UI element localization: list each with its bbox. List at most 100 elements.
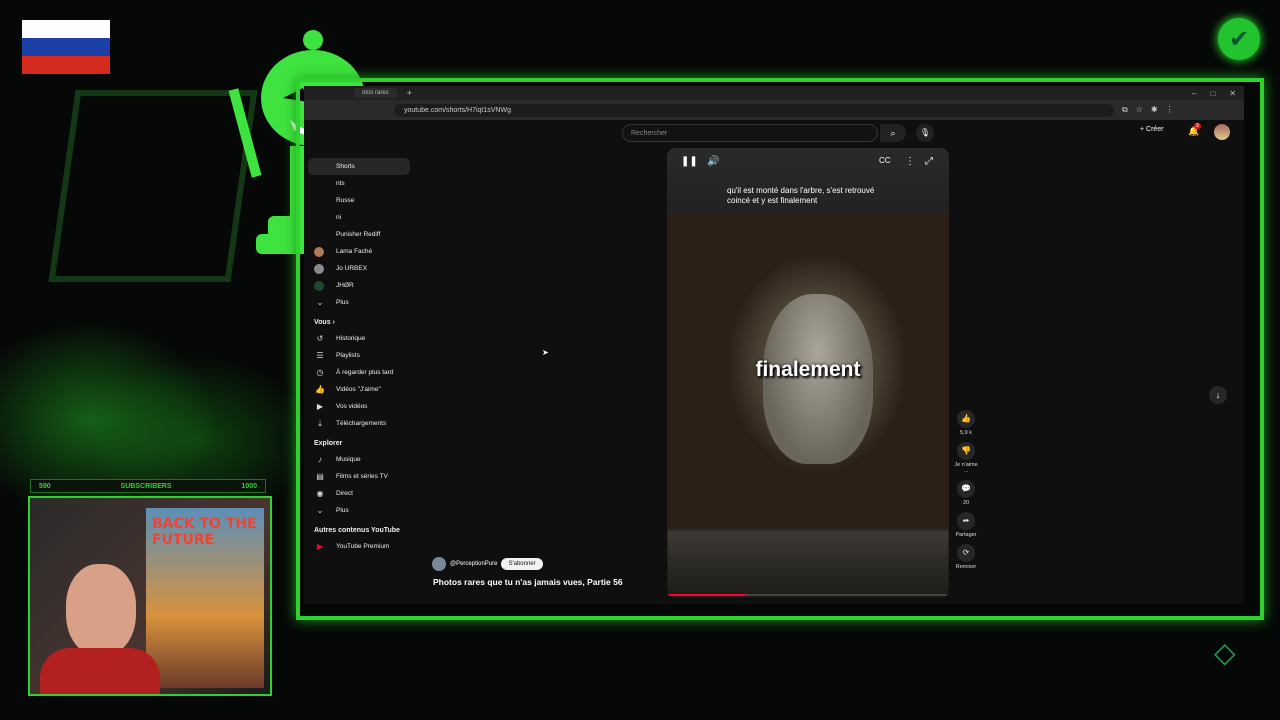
channel-avatar[interactable] — [432, 557, 446, 571]
arrow-down-icon: ↓ — [1215, 390, 1221, 400]
browser-tab[interactable]: otos rares — [354, 88, 397, 98]
channel-name[interactable]: @PerceptionPure — [450, 561, 497, 567]
next-video-preview — [667, 530, 949, 598]
sidebar-item-sub[interactable]: JHØR — [304, 277, 414, 294]
sidebar-item-watch-later[interactable]: ◷ À regarder plus tard — [304, 364, 414, 381]
more-options-icon[interactable]: ⋮ — [905, 156, 915, 167]
create-button[interactable]: + Créer — [1140, 126, 1164, 133]
volume-icon[interactable]: 🔊 — [707, 156, 719, 167]
diamond-logo-icon: ◇ — [1214, 637, 1236, 668]
sidebar-item-sub[interactable]: ni — [304, 209, 414, 226]
new-tab-button[interactable]: + — [407, 88, 412, 98]
chevron-down-icon: ⌄ — [316, 298, 324, 307]
sidebar-item-live[interactable]: ◉ Direct — [304, 485, 414, 502]
extension-icon[interactable]: ⧉ — [1122, 105, 1128, 115]
russian-flag — [22, 20, 110, 74]
sidebar-item-sub[interactable]: Jo URBEX — [304, 260, 414, 277]
notification-badge: 9 — [1194, 123, 1201, 129]
sidebar-item-sub[interactable]: Russe — [304, 192, 414, 209]
sidebar-item-label: Jo URBEX — [336, 265, 368, 272]
sidebar-item-label: À regarder plus tard — [336, 369, 394, 376]
sidebar-item-premium[interactable]: ▶ YouTube Premium — [304, 538, 414, 555]
minimize-icon[interactable]: – — [1192, 89, 1196, 98]
download-icon: ⤓ — [318, 418, 322, 428]
avatar[interactable] — [1214, 124, 1230, 140]
sidebar-item-label: Plus — [336, 299, 349, 306]
verified-check-icon: ✔ — [1218, 18, 1260, 60]
sidebar-item-label: Direct — [336, 490, 353, 497]
subscribe-button[interactable]: S'abonner — [501, 558, 543, 570]
pause-icon[interactable]: ❚❚ — [681, 156, 698, 167]
sidebar-item-label: Punisher Rediff — [336, 231, 381, 238]
sidebar-item-history[interactable]: ↺ Historique — [304, 330, 414, 347]
share-button[interactable]: ➦ Partager — [954, 512, 978, 538]
channel-logo — [48, 90, 258, 282]
tab-bar: otos rares + – □ ✕ — [304, 86, 1244, 100]
browser-window: otos rares + – □ ✕ youtube.com/shorts/H7… — [304, 86, 1244, 604]
sub-goal-end: 1000 — [241, 482, 257, 490]
sidebar-item-more-subs[interactable]: ⌄ Plus — [304, 294, 414, 311]
like-button[interactable]: 👍 5,9 k — [954, 410, 978, 436]
sub-goal-label: SUBSCRIBERS — [120, 482, 172, 490]
sidebar-item-label: Shorts — [336, 163, 355, 170]
dislike-button[interactable]: 👎 Je n'aime ... — [954, 442, 978, 474]
search-icon[interactable]: ⌕ — [880, 124, 906, 142]
sidebar-item-label: ni — [336, 214, 342, 221]
short-player[interactable]: ❚❚ 🔊 CC ⋮ ⤢ qu'il est monté dans l'arbre… — [667, 148, 949, 598]
sidebar-item-your-videos[interactable]: ▶ Vos vidéos — [304, 398, 414, 415]
video-title[interactable]: Photos rares que tu n'as jamais vues, Pa… — [433, 577, 623, 587]
sidebar-item-more-explore[interactable]: ⌄ Plus — [304, 502, 414, 519]
puzzle-icon[interactable]: ✱ — [1151, 105, 1158, 115]
maximize-icon[interactable]: □ — [1210, 89, 1215, 98]
menu-dots-icon[interactable]: ⋮ — [1166, 105, 1174, 115]
search-input[interactable]: Rechercher — [622, 124, 878, 142]
captions-icon[interactable]: CC — [879, 156, 891, 165]
thumb-down-icon: 👎 — [957, 442, 975, 460]
subscriber-goal-bar: 590 SUBSCRIBERS 1000 — [30, 479, 266, 493]
sub-goal-start: 590 — [39, 482, 51, 490]
video-icon: ▶ — [316, 402, 324, 411]
remix-button[interactable]: ⟳ Remixer — [954, 544, 978, 570]
close-icon[interactable]: ✕ — [1229, 89, 1236, 98]
sidebar-item-sub[interactable]: nts — [304, 175, 414, 192]
mouse-cursor-icon: ➤ — [542, 348, 549, 357]
thumb-up-icon: 👍 — [315, 385, 325, 394]
sidebar-item-label: JHØR — [336, 282, 354, 289]
channel-avatar — [314, 246, 324, 257]
video-frame: finalement — [667, 214, 949, 530]
sidebar-item-sub[interactable]: Lama Faché — [304, 243, 414, 260]
sidebar-item-playlists[interactable]: ☰ Playlists — [304, 347, 414, 364]
sidebar-item-label: YouTube Premium — [336, 543, 390, 550]
clock-icon: ◷ — [316, 368, 324, 377]
channel-avatar — [314, 280, 324, 291]
sidebar-item-label: Plus — [336, 507, 349, 514]
mic-icon[interactable]: 🎙 — [916, 124, 934, 142]
fullscreen-icon[interactable]: ⤢ — [925, 156, 933, 167]
sidebar-item-label: Russe — [336, 197, 355, 204]
url-field[interactable]: youtube.com/shorts/H7iqt1sVNWg — [394, 103, 1114, 117]
playlist-icon: ☰ — [316, 351, 324, 360]
next-video-button[interactable]: ↓ — [1209, 386, 1227, 404]
film-icon: ▤ — [316, 472, 324, 481]
sidebar-item-sub[interactable]: Punisher Rediff — [304, 226, 414, 243]
sidebar-item-label: Téléchargements — [336, 420, 387, 427]
movie-poster: BACK TO THE FUTURE — [146, 508, 264, 688]
action-bar: 👍 5,9 k 👎 Je n'aime ... 💬 20 ➦ Partager ⟳ Rem… — [954, 410, 978, 576]
sidebar-item-label: Vidéos "J'aime" — [336, 386, 381, 393]
sidebar-item-shorts[interactable]: Shorts — [308, 158, 410, 175]
sidebar-item-label: Playlists — [336, 352, 360, 359]
bell-icon[interactable]: 🔔 9 — [1188, 123, 1201, 137]
sidebar-item-liked[interactable]: 👍 Vidéos "J'aime" — [304, 381, 414, 398]
vous-header[interactable]: Vous › — [304, 311, 414, 330]
sidebar-item-label: Musique — [336, 456, 361, 463]
video-progress-bar[interactable] — [667, 594, 949, 596]
bookmark-star-icon[interactable]: ☆ — [1136, 105, 1143, 115]
sidebar-item-films[interactable]: ▤ Films et séries TV — [304, 468, 414, 485]
youtube-premium-icon: ▶ — [316, 542, 324, 551]
sidebar-item-music[interactable]: ♪ Musique — [304, 451, 414, 468]
live-icon: ◉ — [316, 489, 324, 498]
channel-row: @PerceptionPure S'abonner — [432, 557, 543, 571]
explorer-header: Explorer — [314, 440, 343, 447]
sidebar-item-downloads[interactable]: ⤓ Téléchargements — [304, 415, 414, 432]
comments-button[interactable]: 💬 20 — [954, 480, 978, 506]
